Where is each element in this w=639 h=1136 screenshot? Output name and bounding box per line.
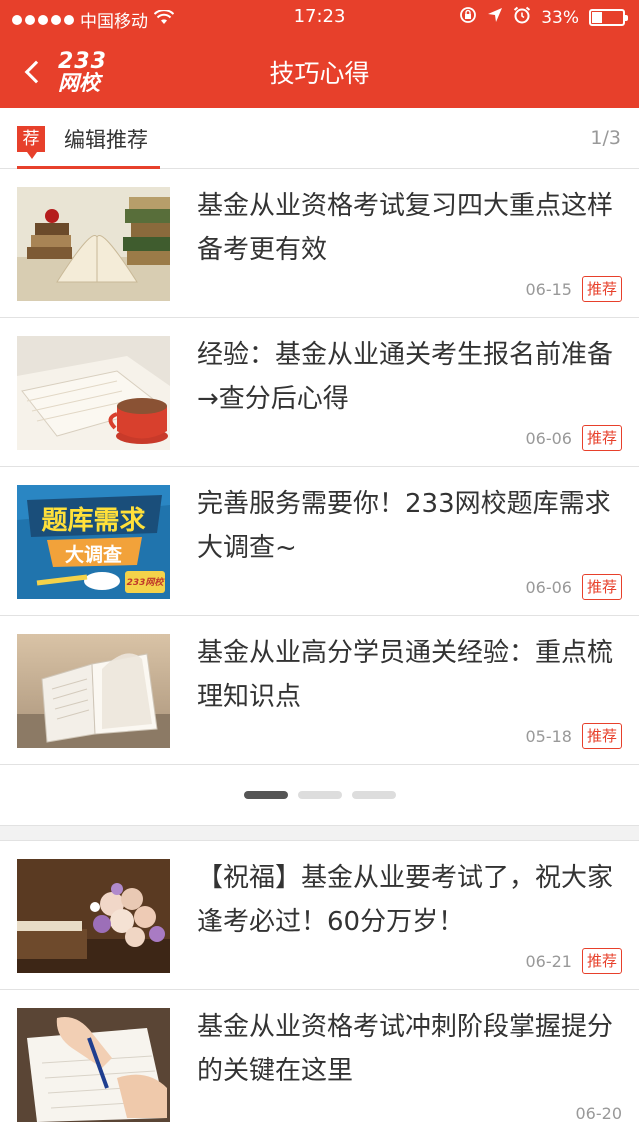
article-thumbnail-open-book (17, 634, 170, 748)
carousel-page-indicator: 1/3 (590, 127, 621, 149)
article-title: 基金从业资格考试冲刺阶段掌握提分的关键在这里 (197, 1012, 614, 1086)
header: 中国移动 17:23 33% 233 网校 技巧心得 (0, 0, 639, 108)
list-article-2[interactable]: 基金从业资格考试冲刺阶段掌握提分的关键在这里 06-20 (0, 990, 639, 1136)
article-thumbnail-coffee-book (17, 336, 170, 450)
recommend-badge: 荐 (17, 126, 45, 159)
article-meta: 05-18 推荐 (525, 723, 622, 749)
rotation-lock-icon (459, 6, 477, 29)
list-article-1[interactable]: 【祝福】基金从业要考试了，祝大家逢考必过！60分万岁！ 06-21 推荐 (0, 841, 639, 990)
nav-bar: 233 网校 技巧心得 (0, 36, 639, 108)
pager-dot-1[interactable] (243, 791, 288, 799)
article-meta: 06-15 推荐 (525, 276, 622, 302)
carousel-pager (0, 765, 639, 825)
article-meta: 06-21 推荐 (525, 948, 622, 974)
article-thumbnail-books-apple (17, 187, 170, 301)
section-header: 荐 编辑推荐 1/3 (0, 108, 639, 169)
article-date: 06-21 (525, 951, 572, 971)
status-right: 33% (459, 6, 628, 29)
banner-brand: 233网校 (126, 578, 164, 588)
article-title: 基金从业资格考试复习四大重点这样备考更有效 (197, 191, 614, 265)
section-tab-editor-picks[interactable]: 编辑推荐 (64, 124, 148, 154)
recommend-tag: 推荐 (581, 948, 622, 974)
battery-percent: 33% (541, 7, 579, 28)
article-date: 06-15 (525, 279, 572, 299)
banner-line-1: 题库需求 (41, 506, 146, 536)
pager-dot-2[interactable] (297, 791, 342, 799)
section-divider (0, 825, 639, 841)
article-date: 06-06 (525, 577, 572, 597)
article-thumbnail-flowers (17, 859, 170, 973)
article-title: 基金从业高分学员通关经验：重点梳理知识点 (197, 638, 614, 712)
carousel-article-3[interactable]: 题库需求 大调查 233网校 完善服务需要你！233网校题库需求大调查~ 06-… (0, 467, 639, 616)
carousel-article-4[interactable]: 基金从业高分学员通关经验：重点梳理知识点 05-18 推荐 (0, 616, 639, 765)
article-title: 完善服务需要你！233网校题库需求大调查~ (197, 489, 611, 563)
recommend-tag: 推荐 (581, 723, 622, 749)
location-icon (487, 7, 503, 28)
recommend-tag: 推荐 (581, 574, 622, 600)
banner-line-2: 大调查 (64, 544, 122, 566)
article-date: 05-18 (525, 726, 572, 746)
battery-icon (589, 9, 628, 26)
alarm-icon (513, 6, 531, 29)
article-title: 经验：基金从业通关考生报名前准备→查分后心得 (197, 340, 614, 414)
pager-dot-3[interactable] (351, 791, 396, 799)
article-meta: 06-20 (576, 1104, 623, 1123)
article-title: 【祝福】基金从业要考试了，祝大家逢考必过！60分万岁！ (197, 863, 614, 937)
article-date: 06-06 (525, 428, 572, 448)
recommend-tag: 推荐 (581, 276, 622, 302)
recommend-tag: 推荐 (581, 425, 622, 451)
article-meta: 06-06 推荐 (525, 574, 622, 600)
status-bar: 中国移动 17:23 33% (0, 0, 639, 36)
battery-level (592, 12, 602, 23)
carousel-article-2[interactable]: 经验：基金从业通关考生报名前准备→查分后心得 06-06 推荐 (0, 318, 639, 467)
carousel-article-1[interactable]: 基金从业资格考试复习四大重点这样备考更有效 06-15 推荐 (0, 169, 639, 318)
page-title: 技巧心得 (269, 59, 370, 88)
article-thumbnail-survey-banner: 题库需求 大调查 233网校 (17, 485, 170, 599)
article-meta: 06-06 推荐 (525, 425, 622, 451)
article-thumbnail-writing-hand (17, 1008, 170, 1122)
article-date: 06-20 (575, 1104, 623, 1123)
